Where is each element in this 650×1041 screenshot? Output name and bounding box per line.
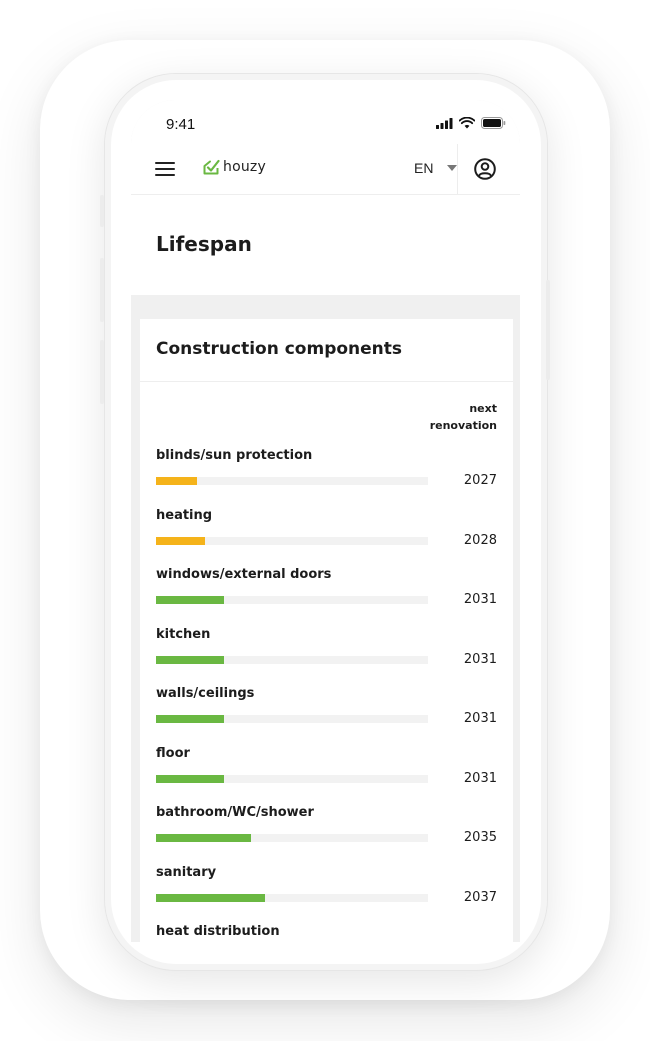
component-label: heat distribution (156, 924, 280, 939)
lifespan-progress-fill (156, 596, 224, 604)
hamburger-icon-middle (155, 168, 175, 170)
next-renovation-year: 2031 (463, 651, 497, 667)
phone-mute-switch (100, 195, 104, 227)
caret-down-icon (447, 165, 458, 171)
component-label: walls/ceilings (156, 686, 255, 701)
page-title-bar: Lifespan (131, 195, 520, 295)
component-label: bathroom/WC/shower (156, 805, 314, 820)
next-renovation-year: 2028 (463, 532, 497, 548)
profile-button[interactable] (474, 158, 496, 180)
status-icons (436, 117, 506, 129)
next-renovation-column-header: next renovation (407, 400, 497, 434)
card-title: Construction components (156, 339, 403, 359)
hamburger-menu-button[interactable] (155, 161, 177, 177)
phone-power-button (546, 280, 550, 380)
lifespan-progress-track (156, 596, 428, 604)
lifespan-progress-fill (156, 655, 224, 664)
next-renovation-year: 2031 (463, 711, 497, 726)
column-header-line2: renovation (429, 419, 497, 432)
phone-screen: 9:41 houzy EN Lifespan Construction comp… (131, 100, 520, 942)
lifespan-progress-track (156, 834, 428, 842)
header-divider (457, 144, 458, 194)
logo-text: houzy (223, 159, 266, 175)
lifespan-progress-fill (156, 536, 205, 545)
next-renovation-year: 2031 (463, 770, 497, 786)
hamburger-icon (155, 162, 175, 164)
component-label: sanitary (156, 864, 217, 880)
component-row: sanitary 2037 (156, 863, 497, 923)
lifespan-progress-track (156, 774, 428, 783)
lifespan-progress-track (156, 893, 428, 902)
lifespan-progress-track (156, 715, 428, 723)
next-renovation-year: 2031 (463, 592, 497, 607)
lifespan-progress-fill (156, 893, 265, 902)
card-header: Construction components (140, 319, 513, 382)
lifespan-progress-track (156, 655, 428, 664)
component-label: heating (156, 507, 213, 523)
lifespan-progress-fill (156, 477, 197, 485)
houzy-logo[interactable]: houzy (203, 159, 266, 175)
component-row: floor 2031 (156, 744, 497, 804)
next-renovation-year: 2035 (463, 830, 497, 845)
app-header: houzy EN (131, 144, 520, 195)
status-time: 9:41 (166, 116, 196, 133)
component-row: blinds/sun protection 2027 (156, 446, 497, 506)
stage: 9:41 houzy EN Lifespan Construction comp… (0, 0, 650, 1041)
cellular-signal-icon (436, 117, 453, 129)
user-circle-icon (474, 158, 496, 180)
construction-components-card: Construction components next renovation … (140, 319, 513, 942)
lifespan-progress-fill (156, 715, 224, 723)
component-row: bathroom/WC/shower 2035 (156, 803, 497, 863)
phone-volume-down (100, 340, 104, 404)
language-label: EN (414, 160, 434, 176)
next-renovation-year: 2027 (463, 473, 497, 488)
page-title: Lifespan (156, 232, 252, 256)
components-list: blinds/sun protection 2027 heating 2028 wind… (156, 446, 497, 942)
lifespan-progress-fill (156, 834, 251, 842)
lifespan-progress-track (156, 536, 428, 545)
lifespan-progress-fill (156, 774, 224, 783)
wifi-icon (459, 117, 475, 129)
component-row: kitchen 2031 (156, 625, 497, 685)
hamburger-icon-bottom (155, 174, 175, 176)
component-row: windows/external doors 2031 (156, 565, 497, 625)
battery-icon (481, 117, 506, 129)
component-label: blinds/sun protection (156, 448, 313, 463)
component-label: kitchen (156, 626, 211, 642)
language-selector[interactable]: EN (414, 160, 458, 176)
component-label: floor (156, 745, 190, 761)
component-row: walls/ceilings 2031 (156, 684, 497, 744)
phone-volume-up (100, 258, 104, 322)
component-row: heat distribution (156, 922, 497, 942)
component-label: windows/external doors (156, 567, 332, 582)
column-header-line1: next (469, 402, 497, 415)
next-renovation-year: 2037 (463, 889, 497, 905)
status-bar: 9:41 (131, 100, 520, 144)
lifespan-progress-track (156, 477, 428, 485)
component-row: heating 2028 (156, 506, 497, 566)
house-check-logo-icon (203, 159, 220, 175)
